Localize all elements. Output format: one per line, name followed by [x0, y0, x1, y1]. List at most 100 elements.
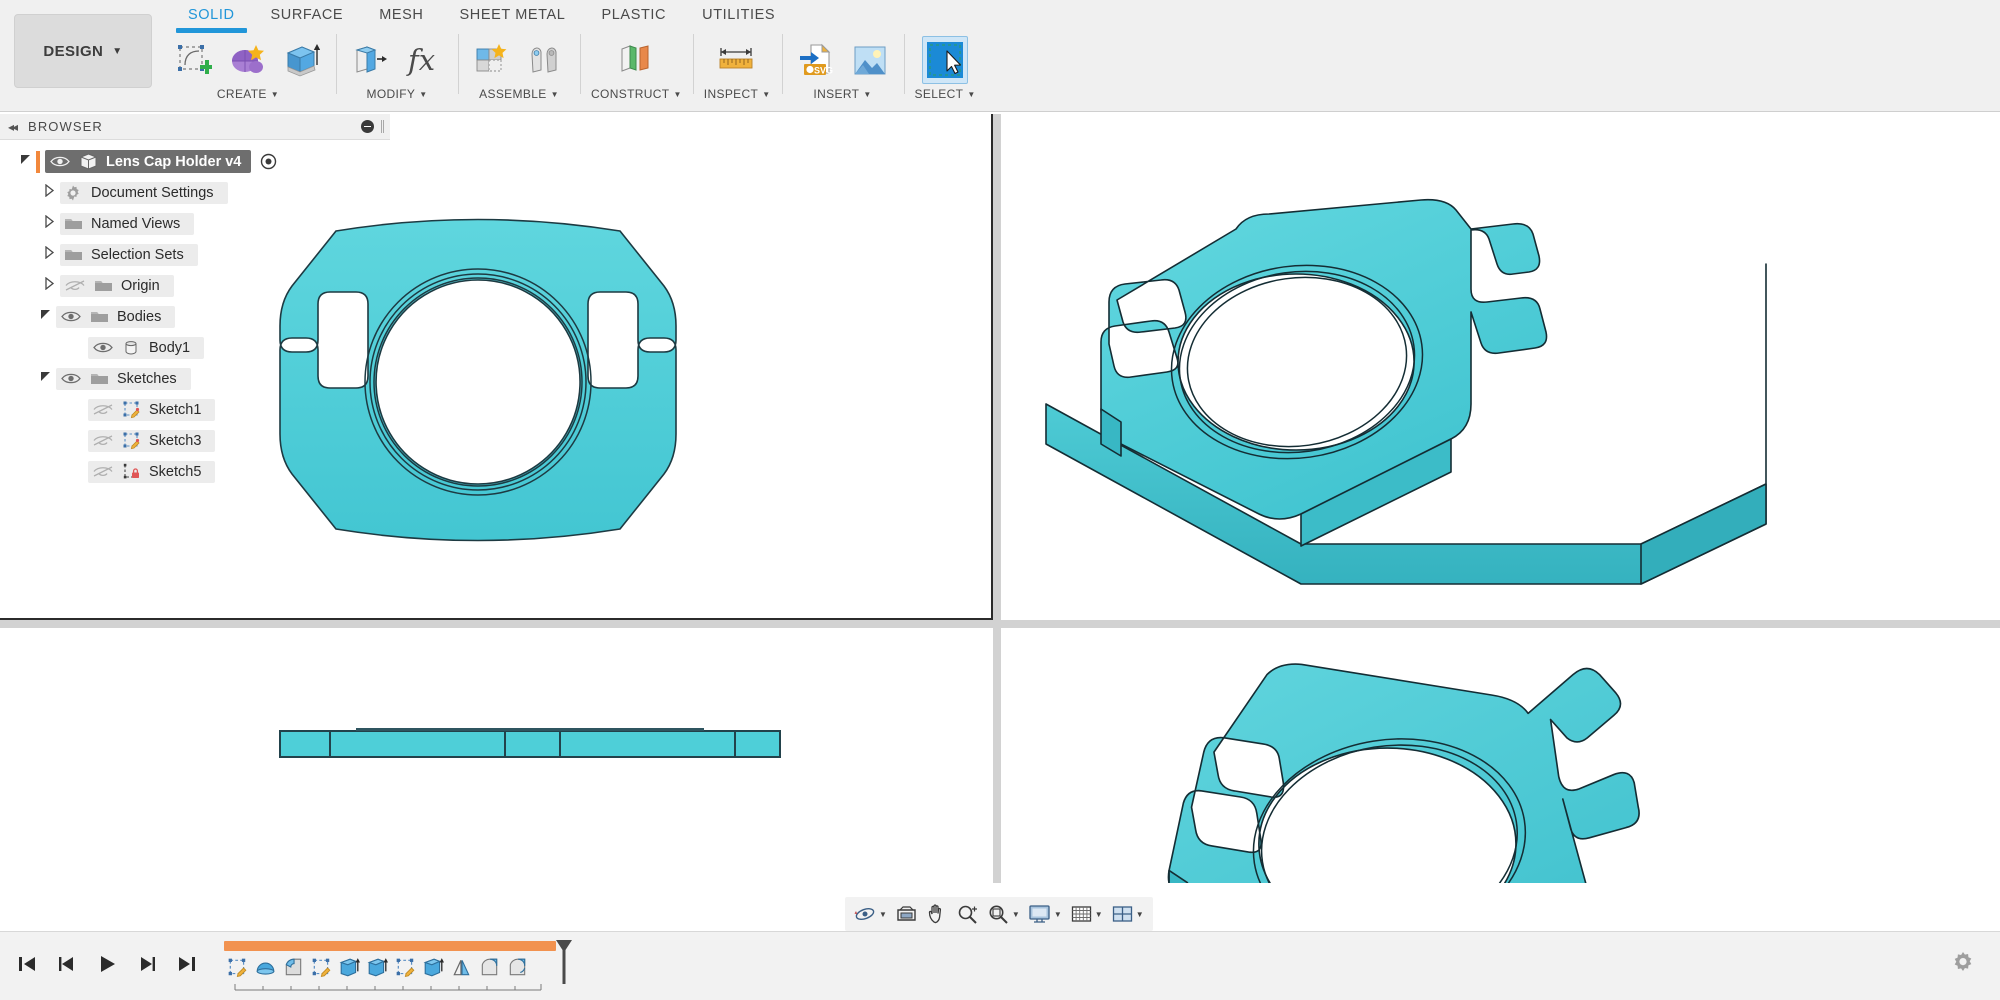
- ribbon-panel-inspect-label[interactable]: INSPECT ▼: [704, 87, 771, 101]
- timeline-feature-extrude[interactable]: [366, 954, 389, 980]
- viewport-bottom-left[interactable]: FRONT z x: [0, 628, 993, 883]
- timeline-feature-extrude[interactable]: [338, 954, 361, 980]
- press-pull-icon[interactable]: [347, 36, 393, 84]
- browser-panel: ◂◂ BROWSER Lens Cap Holder: [0, 114, 390, 517]
- browser-tree: Lens Cap Holder v4 Document Settings: [0, 140, 390, 487]
- tree-item-sketches[interactable]: Sketches: [0, 363, 390, 394]
- tab-solid[interactable]: SOLID: [170, 3, 253, 26]
- folder-icon: [60, 247, 86, 262]
- timeline-progress-bar[interactable]: [224, 941, 556, 951]
- create-sketch-icon[interactable]: [171, 36, 217, 84]
- visibility-eye-icon[interactable]: [45, 155, 75, 168]
- timeline-feature-revolve[interactable]: [254, 954, 277, 980]
- visibility-eye-hidden-icon[interactable]: [88, 465, 118, 478]
- viewport-divider-horizontal[interactable]: [0, 620, 2000, 628]
- tree-item-selection-sets[interactable]: Selection Sets: [0, 239, 390, 270]
- viewport-bottom-right[interactable]: [1001, 628, 2000, 883]
- zoom-icon[interactable]: [953, 900, 982, 928]
- expand-triangle-icon[interactable]: [38, 184, 60, 201]
- tree-item-sketch5[interactable]: Sketch5: [0, 456, 390, 487]
- offset-plane-icon[interactable]: [613, 36, 659, 84]
- timeline-track[interactable]: [224, 940, 564, 992]
- expand-triangle-icon[interactable]: [38, 246, 60, 263]
- expand-triangle-icon[interactable]: [38, 215, 60, 232]
- body-icon: [118, 339, 144, 357]
- timeline-ticks: [234, 984, 544, 992]
- tree-item-bodies[interactable]: Bodies: [0, 301, 390, 332]
- timeline-feature-fillet[interactable]: [282, 954, 305, 980]
- collapse-panel-icon[interactable]: ◂◂: [8, 120, 16, 134]
- grid-snaps-icon[interactable]: ▼: [1067, 900, 1106, 928]
- tree-item-label: Lens Cap Holder v4: [101, 154, 241, 170]
- expand-triangle-icon[interactable]: [38, 277, 60, 294]
- tab-sheet-metal[interactable]: SHEET METAL: [442, 3, 584, 26]
- activate-component-icon[interactable]: [260, 153, 277, 170]
- visibility-eye-icon[interactable]: [56, 372, 86, 385]
- minimize-icon[interactable]: [361, 120, 374, 133]
- ribbon-panel-assemble-label[interactable]: ASSEMBLE ▼: [479, 87, 559, 101]
- visibility-eye-icon[interactable]: [56, 310, 86, 323]
- ribbon-panel-modify-label[interactable]: MODIFY ▼: [366, 87, 427, 101]
- change-parameters-icon[interactable]: fx: [401, 36, 447, 84]
- collapse-triangle-icon[interactable]: [34, 308, 56, 325]
- timeline-feature-extrude[interactable]: [422, 954, 445, 980]
- panel-resize-handle[interactable]: [381, 120, 384, 133]
- orbit-icon[interactable]: ▼: [851, 900, 890, 928]
- new-component-icon[interactable]: [469, 36, 515, 84]
- insert-svg-icon[interactable]: SVG: [793, 36, 839, 84]
- chevron-down-icon: ▼: [967, 90, 975, 99]
- timeline-feature-sketch[interactable]: [310, 954, 333, 980]
- step-back-icon[interactable]: [56, 953, 78, 980]
- visibility-eye-hidden-icon[interactable]: [88, 403, 118, 416]
- tree-item-origin[interactable]: Origin: [0, 270, 390, 301]
- tree-item-document-settings[interactable]: Document Settings: [0, 177, 390, 208]
- ribbon-panel-select-label[interactable]: SELECT ▼: [915, 87, 976, 101]
- visibility-eye-icon[interactable]: [88, 341, 118, 354]
- chevron-down-icon: ▼: [551, 90, 559, 99]
- chevron-down-icon: ▼: [1136, 910, 1144, 919]
- tree-item-lens-cap-holder[interactable]: Lens Cap Holder v4: [0, 146, 390, 177]
- collapse-triangle-icon[interactable]: [34, 370, 56, 387]
- model-bottom-isometric-view: [1001, 628, 2000, 883]
- viewport-layout-icon[interactable]: ▼: [1108, 900, 1147, 928]
- timeline-feature-sketch[interactable]: [394, 954, 417, 980]
- timeline-feature-mirror[interactable]: [450, 954, 473, 980]
- viewport-divider-vertical[interactable]: [993, 114, 1001, 883]
- fit-icon[interactable]: ▼: [984, 900, 1023, 928]
- workspace-switcher-button[interactable]: DESIGN ▼: [14, 14, 152, 88]
- joint-icon[interactable]: [523, 36, 569, 84]
- viewport-top-right[interactable]: [1001, 114, 2000, 620]
- visibility-eye-hidden-icon[interactable]: [60, 279, 90, 292]
- expand-triangle-icon[interactable]: [14, 153, 36, 170]
- visibility-eye-hidden-icon[interactable]: [88, 434, 118, 447]
- timeline-settings-gear-icon[interactable]: [1950, 950, 1976, 976]
- tree-item-sketch1[interactable]: Sketch1: [0, 394, 390, 425]
- ribbon-panel-construct-label[interactable]: CONSTRUCT ▼: [591, 87, 682, 101]
- insert-image-icon[interactable]: [847, 36, 893, 84]
- select-cursor-icon[interactable]: [922, 36, 968, 84]
- tab-mesh[interactable]: MESH: [361, 3, 441, 26]
- ribbon-panel-create-label[interactable]: CREATE ▼: [217, 87, 279, 101]
- ribbon-panel-insert-label[interactable]: INSERT ▼: [813, 87, 871, 101]
- tree-item-sketch3[interactable]: Sketch3: [0, 425, 390, 456]
- tab-utilities[interactable]: UTILITIES: [684, 3, 793, 26]
- tree-item-body1[interactable]: Body1: [0, 332, 390, 363]
- create-form-icon[interactable]: [225, 36, 271, 84]
- tab-surface[interactable]: SURFACE: [253, 3, 362, 26]
- display-settings-icon[interactable]: ▼: [1025, 900, 1065, 928]
- step-forward-icon[interactable]: [136, 953, 158, 980]
- timeline-feature-sketch[interactable]: [226, 954, 249, 980]
- ribbon: CREATE ▼: [160, 30, 987, 110]
- go-to-end-icon[interactable]: [176, 953, 198, 980]
- extrude-icon[interactable]: [279, 36, 325, 84]
- timeline-feature-fillet[interactable]: [478, 954, 501, 980]
- timeline-feature-fillet[interactable]: [506, 954, 529, 980]
- tree-item-named-views[interactable]: Named Views: [0, 208, 390, 239]
- timeline-end-marker[interactable]: [554, 938, 574, 994]
- play-icon[interactable]: [96, 953, 118, 980]
- look-at-icon[interactable]: [892, 900, 921, 928]
- tab-plastic[interactable]: PLASTIC: [583, 3, 684, 26]
- pan-icon[interactable]: [923, 900, 951, 928]
- measure-icon[interactable]: [714, 36, 760, 84]
- go-to-beginning-icon[interactable]: [16, 953, 38, 980]
